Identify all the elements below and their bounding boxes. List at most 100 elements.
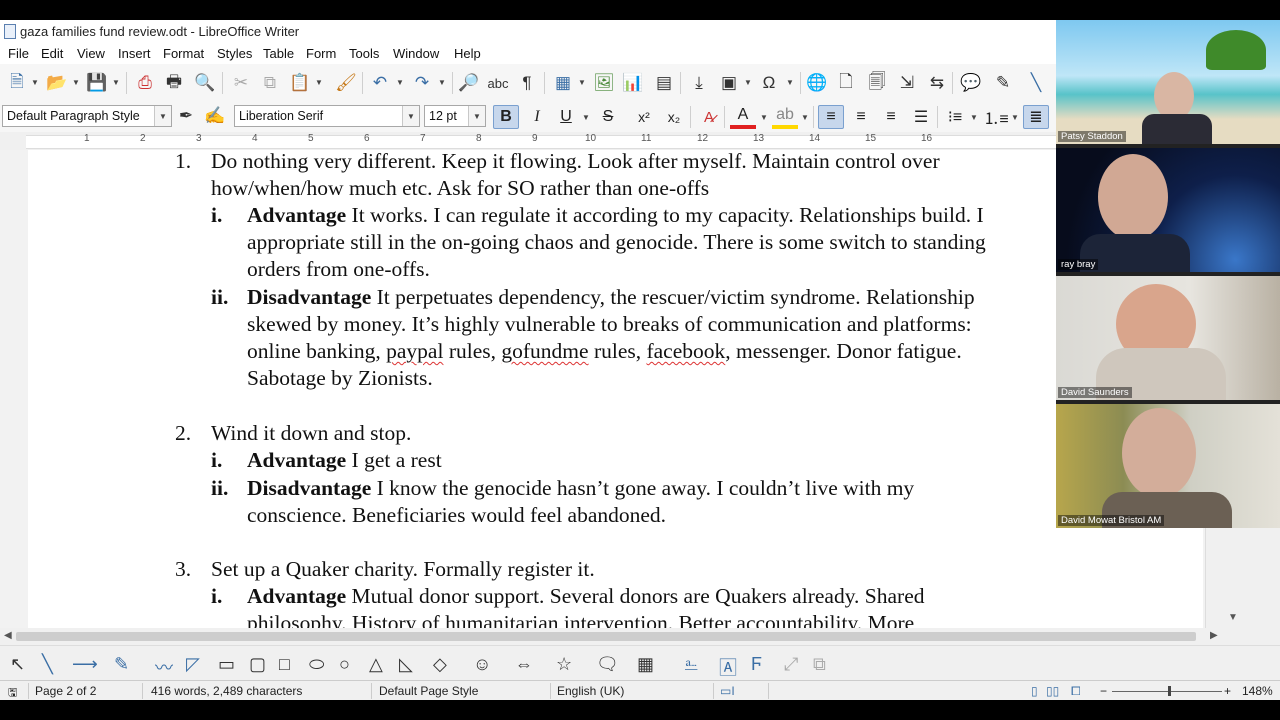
bullet-dropdown-arrow[interactable]: ▼ bbox=[970, 113, 978, 122]
new-style-icon[interactable]: ✍ bbox=[204, 105, 226, 127]
undo-icon[interactable]: ↶ bbox=[369, 72, 391, 94]
table-dropdown-arrow[interactable]: ▼ bbox=[578, 78, 586, 87]
find-replace-icon[interactable]: 🔎 bbox=[458, 72, 480, 94]
callout-shapes-icon[interactable]: 🗨 bbox=[596, 654, 619, 675]
square-icon[interactable]: □ bbox=[279, 654, 290, 675]
rounded-rectangle-icon[interactable]: ▢ bbox=[249, 654, 266, 675]
menu-table[interactable]: Table bbox=[263, 46, 294, 61]
comment-icon[interactable]: 💬 bbox=[960, 72, 982, 94]
bullet-list-icon[interactable]: ⁝≡ bbox=[942, 105, 968, 129]
star-shapes-icon[interactable]: ☆ bbox=[556, 654, 572, 675]
zoom-slider[interactable] bbox=[1112, 691, 1222, 692]
menu-edit[interactable]: Edit bbox=[41, 46, 63, 61]
export-pdf-icon[interactable]: ⎙ bbox=[134, 72, 156, 94]
chevron-down-icon[interactable]: ▼ bbox=[154, 106, 171, 126]
chevron-down-icon[interactable]: ▼ bbox=[468, 106, 485, 126]
insert-line-icon[interactable]: ╲ bbox=[1025, 72, 1047, 94]
participant-tile[interactable]: ray bray bbox=[1056, 148, 1280, 272]
menu-form[interactable]: Form bbox=[306, 46, 336, 61]
zoom-out-icon[interactable]: − bbox=[1100, 684, 1107, 698]
outline-list-icon[interactable]: ≣ bbox=[1023, 105, 1049, 129]
page-break-icon[interactable]: ⤓ bbox=[688, 72, 710, 94]
save-dropdown-arrow[interactable]: ▼ bbox=[112, 78, 120, 87]
paragraph-style-combo[interactable]: Default Paragraph Style ▼ bbox=[2, 105, 172, 127]
menu-insert[interactable]: Insert bbox=[118, 46, 151, 61]
font-color-dropdown-arrow[interactable]: ▼ bbox=[760, 113, 768, 122]
insert-table-icon[interactable]: ▦ bbox=[552, 72, 574, 94]
circle-icon[interactable]: ○ bbox=[339, 654, 350, 675]
new-dropdown-arrow[interactable]: ▼ bbox=[31, 78, 39, 87]
smiley-shapes-icon[interactable]: ☺ bbox=[473, 654, 491, 675]
underline-dropdown-arrow[interactable]: ▼ bbox=[582, 113, 590, 122]
menu-styles[interactable]: Styles bbox=[217, 46, 252, 61]
insert-image-icon[interactable]: 🖼 bbox=[593, 72, 615, 94]
redo-dropdown-arrow[interactable]: ▼ bbox=[438, 78, 446, 87]
formatting-marks-icon[interactable]: ¶ bbox=[516, 72, 538, 94]
bookmark-icon[interactable]: ⇲ bbox=[896, 72, 918, 94]
book-view-icon[interactable]: ⧠ bbox=[1071, 684, 1081, 699]
diamond-shapes-icon[interactable]: ◇ bbox=[433, 654, 447, 675]
redo-icon[interactable]: ↷ bbox=[411, 72, 433, 94]
print-icon[interactable]: 🖶 bbox=[163, 72, 185, 94]
participant-tile[interactable]: David Saunders bbox=[1056, 276, 1280, 400]
track-changes-icon[interactable]: ✎ bbox=[992, 72, 1014, 94]
special-character-dropdown-arrow[interactable]: ▼ bbox=[786, 78, 794, 87]
highlight-color-icon[interactable]: ab bbox=[772, 105, 798, 129]
arrow-shapes-icon[interactable]: ⇔ bbox=[515, 654, 533, 675]
zoom-slider-thumb[interactable] bbox=[1168, 686, 1171, 696]
scroll-right-icon[interactable]: ▶ bbox=[1210, 630, 1218, 641]
insert-textbox-icon[interactable]: ▤ bbox=[653, 72, 675, 94]
menu-format[interactable]: Format bbox=[163, 46, 204, 61]
special-character-icon[interactable]: Ω bbox=[758, 72, 780, 94]
menu-view[interactable]: View bbox=[77, 46, 105, 61]
clear-formatting-icon[interactable]: A̷ bbox=[696, 105, 722, 129]
fontwork-icon[interactable]: Ϝ bbox=[751, 654, 762, 675]
font-size-combo[interactable]: 12 pt ▼ bbox=[424, 105, 486, 127]
single-page-view-icon[interactable]: ▯ bbox=[1031, 684, 1038, 698]
italic-button[interactable]: I bbox=[524, 105, 550, 129]
cross-reference-icon[interactable]: ⇆ bbox=[926, 72, 948, 94]
line-arrow-icon[interactable]: ⟶ bbox=[72, 654, 98, 675]
toggle-extrusion-icon[interactable]: ⧉ bbox=[813, 654, 826, 675]
scroll-left-icon[interactable]: ◀ bbox=[4, 630, 12, 641]
save-status-icon[interactable]: 🖫 bbox=[8, 684, 17, 700]
chevron-down-icon[interactable]: ▼ bbox=[402, 106, 419, 126]
participant-tile[interactable]: Patsy Staddon bbox=[1056, 20, 1280, 144]
ellipse-icon[interactable]: ⬭ bbox=[309, 654, 324, 675]
font-name-combo[interactable]: Liberation Serif ▼ bbox=[234, 105, 420, 127]
paste-dropdown-arrow[interactable]: ▼ bbox=[315, 78, 323, 87]
right-triangle-icon[interactable]: ◺ bbox=[399, 654, 413, 675]
menu-file[interactable]: File bbox=[8, 46, 29, 61]
zoom-level[interactable]: 148% bbox=[1242, 684, 1273, 698]
document-page[interactable]: 1. Do nothing very different. Keep it fl… bbox=[28, 150, 1203, 628]
scroll-down-icon[interactable]: ▼ bbox=[1228, 612, 1238, 623]
menu-tools[interactable]: Tools bbox=[349, 46, 379, 61]
bold-button[interactable]: B bbox=[493, 105, 519, 129]
select-arrow-icon[interactable]: ↖ bbox=[10, 654, 25, 675]
copy-icon[interactable]: ⧉ bbox=[259, 72, 281, 94]
new-document-icon[interactable]: 🗎 bbox=[6, 72, 28, 94]
page-indicator[interactable]: Page 2 of 2 bbox=[35, 684, 96, 698]
text-box-icon[interactable]: 🄰 bbox=[719, 654, 737, 680]
horizontal-scrollbar[interactable]: ◀ ▶ bbox=[0, 628, 1228, 645]
insert-text-icon[interactable]: ⎁ bbox=[684, 654, 698, 675]
paste-icon[interactable]: 📋 bbox=[289, 72, 311, 94]
page-style[interactable]: Default Page Style bbox=[379, 684, 478, 698]
numbered-dropdown-arrow[interactable]: ▼ bbox=[1011, 113, 1019, 122]
open-folder-icon[interactable]: 📂 bbox=[46, 72, 68, 94]
menu-help[interactable]: Help bbox=[454, 46, 481, 61]
numbered-list-icon[interactable]: ⒈≡ bbox=[983, 105, 1009, 129]
multi-page-view-icon[interactable]: ▯▯ bbox=[1046, 684, 1059, 698]
zoom-in-icon[interactable]: + bbox=[1224, 684, 1231, 698]
language[interactable]: English (UK) bbox=[557, 684, 624, 698]
points-icon[interactable]: ⤢ bbox=[784, 654, 798, 675]
footnote-icon[interactable]: 🗋 bbox=[835, 72, 857, 94]
print-preview-icon[interactable]: 🔍 bbox=[194, 72, 216, 94]
subscript-button[interactable]: x₂ bbox=[661, 105, 687, 129]
curve-icon[interactable]: ✎ bbox=[114, 654, 129, 675]
spelling-icon[interactable]: abc bbox=[487, 72, 509, 94]
word-count[interactable]: 416 words, 2,489 characters bbox=[151, 684, 302, 698]
menu-window[interactable]: Window bbox=[393, 46, 439, 61]
draw-line-icon[interactable]: ╲ bbox=[42, 654, 53, 675]
rectangle-icon[interactable]: ▭ bbox=[218, 654, 235, 675]
